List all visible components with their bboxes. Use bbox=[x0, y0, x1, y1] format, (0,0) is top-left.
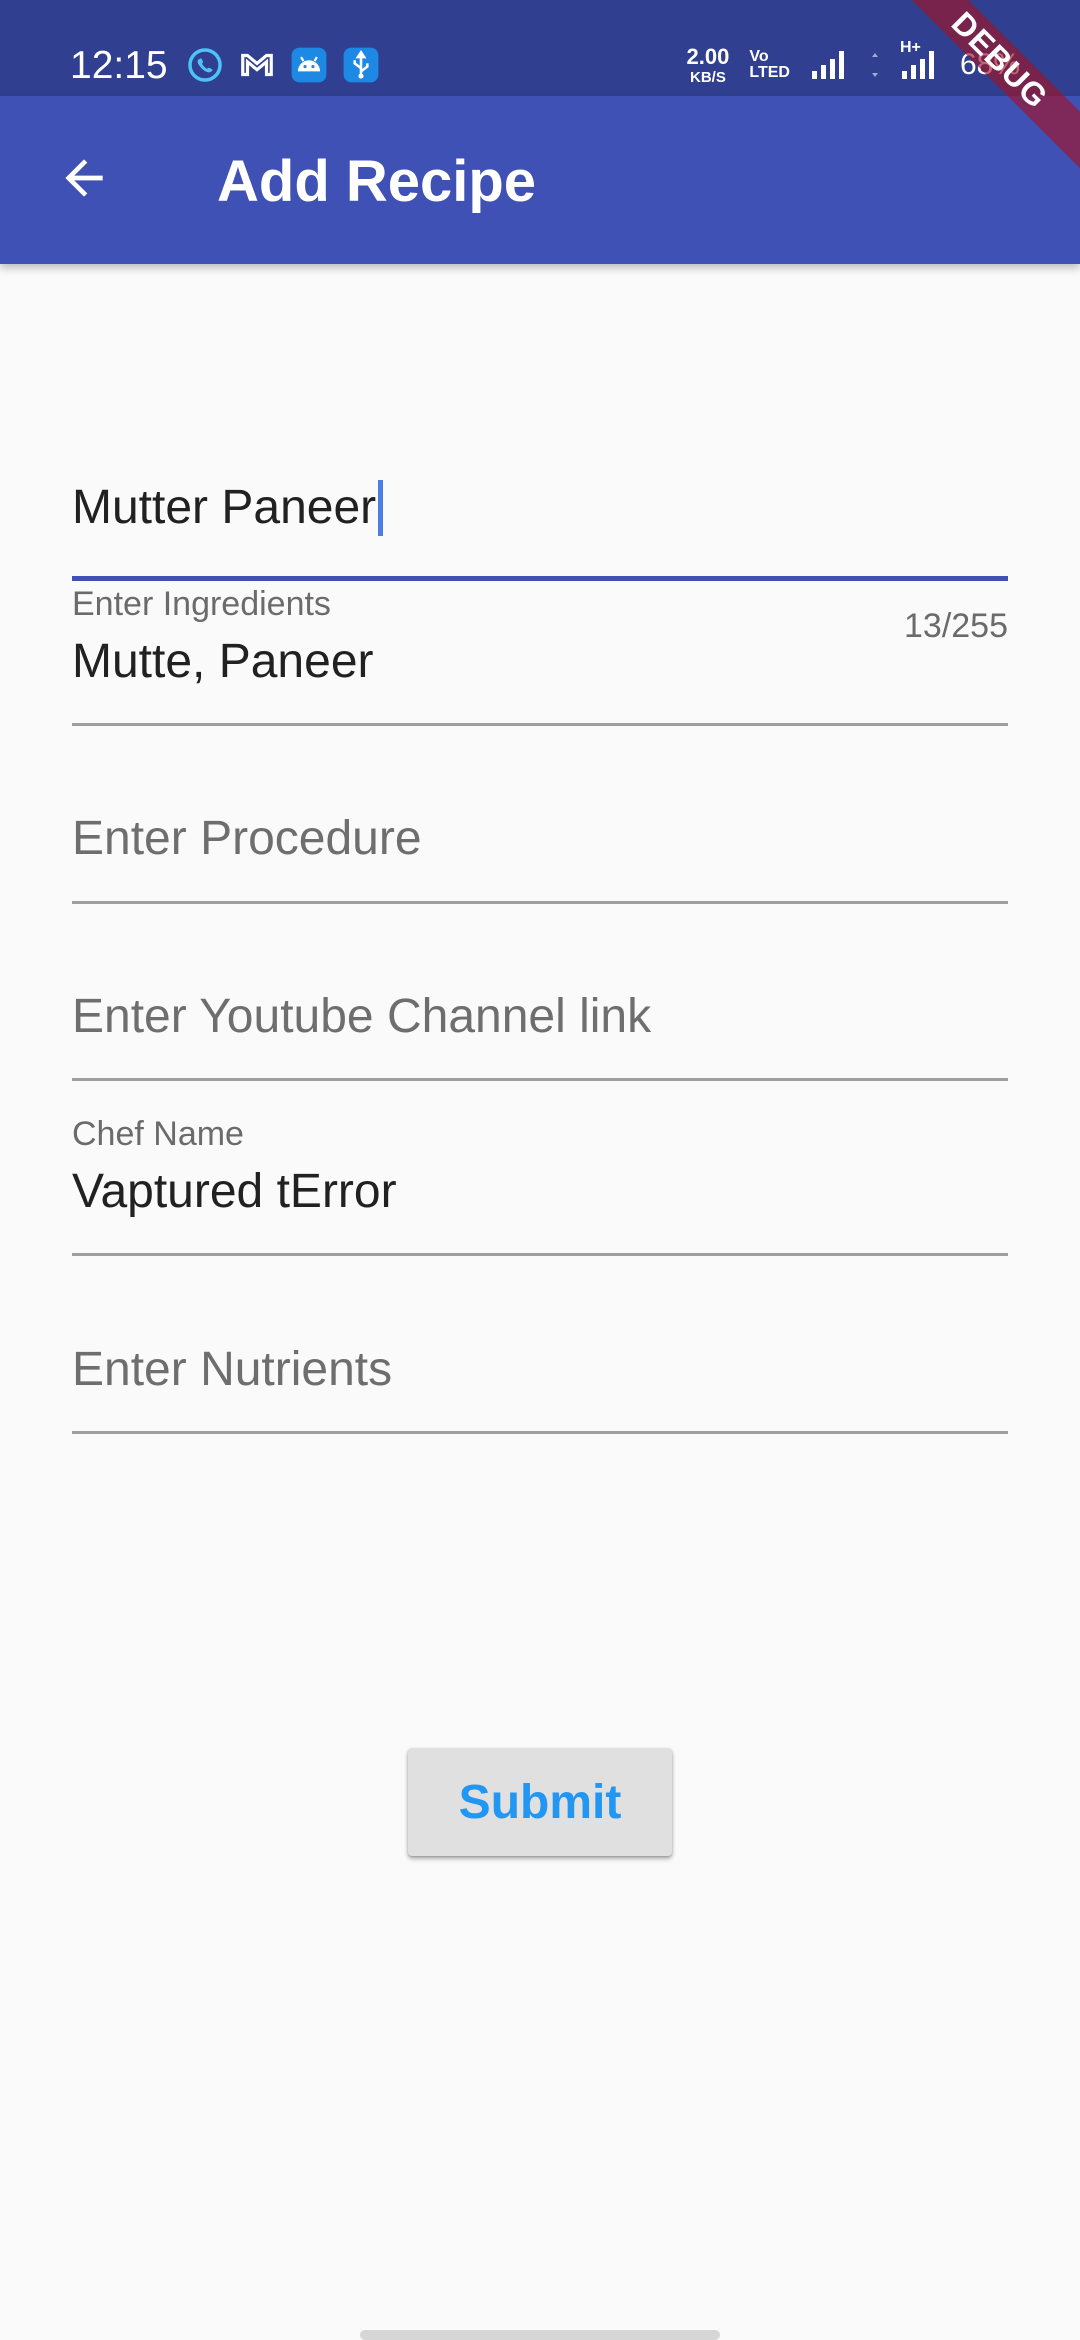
text-cursor bbox=[378, 480, 384, 536]
ingredients-label: Enter Ingredients bbox=[72, 585, 331, 623]
net-speed-unit: KB/S bbox=[690, 68, 726, 86]
chef-name-underline bbox=[72, 1253, 1008, 1256]
volte-top: Vo bbox=[749, 48, 769, 65]
whatsapp-icon bbox=[186, 46, 224, 84]
back-button[interactable] bbox=[40, 136, 128, 224]
data-arrows-icon bbox=[870, 49, 880, 81]
youtube-link-field[interactable]: Enter Youtube Channel link bbox=[72, 962, 1008, 1122]
network-type: H+ bbox=[899, 39, 921, 56]
recipe-name-field[interactable]: Mutter Paneer 13/255 bbox=[72, 364, 1008, 645]
submit-button[interactable]: Submit bbox=[408, 1748, 672, 1856]
arrow-back-icon bbox=[56, 150, 112, 211]
nutrients-underline bbox=[72, 1431, 1008, 1434]
chef-name-field[interactable]: Chef Name Vaptured tError bbox=[72, 1114, 1008, 1284]
net-speed-value: 2.00 bbox=[686, 43, 730, 69]
signal-icon bbox=[810, 49, 850, 81]
procedure-field[interactable]: Enter Procedure bbox=[72, 784, 1008, 944]
nutrients-field[interactable]: Enter Nutrients bbox=[72, 1315, 1008, 1475]
status-time: 12:15 bbox=[70, 44, 168, 87]
recipe-name-value: Mutter Paneer bbox=[72, 481, 377, 534]
usb-icon bbox=[342, 46, 380, 84]
youtube-link-input[interactable]: Enter Youtube Channel link bbox=[72, 989, 651, 1045]
procedure-input[interactable]: Enter Procedure bbox=[72, 811, 422, 867]
gmail-icon bbox=[238, 46, 276, 84]
signal-h-plus-icon: H+ bbox=[900, 39, 940, 81]
chef-name-input[interactable]: Vaptured tError bbox=[72, 1164, 397, 1220]
notification-icons bbox=[186, 46, 380, 84]
app-bar: Add Recipe bbox=[0, 96, 1080, 264]
chef-name-label: Chef Name bbox=[72, 1115, 244, 1153]
volte-bottom: LTED bbox=[749, 64, 790, 81]
nutrients-input[interactable]: Enter Nutrients bbox=[72, 1342, 392, 1398]
recipe-name-underline bbox=[72, 576, 1008, 581]
ingredients-input[interactable]: Mutte, Paneer bbox=[72, 634, 374, 690]
procedure-underline bbox=[72, 901, 1008, 904]
recipe-name-input[interactable]: Mutter Paneer bbox=[72, 480, 384, 536]
volte-indicator: Vo LTED bbox=[749, 49, 790, 81]
ingredients-field[interactable]: Enter Ingredients Mutte, Paneer bbox=[72, 584, 1008, 754]
ingredients-underline bbox=[72, 723, 1008, 726]
android-icon bbox=[290, 46, 328, 84]
net-speed: 2.00 KB/S bbox=[686, 43, 730, 86]
youtube-link-underline bbox=[72, 1078, 1008, 1081]
status-bar: 12:15 2.00 KB/S Vo LTED H+ DEBUG bbox=[0, 0, 1080, 181]
page-title: Add Recipe bbox=[217, 149, 537, 214]
gesture-navigation-bar[interactable] bbox=[360, 2330, 720, 2340]
